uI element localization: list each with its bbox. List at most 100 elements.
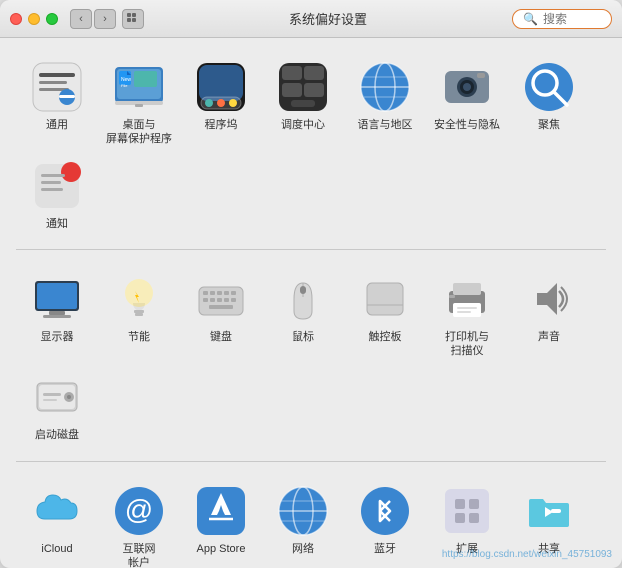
bluetooth-icon	[359, 485, 411, 537]
icloud-label: iCloud	[41, 542, 72, 556]
forward-button[interactable]: ›	[94, 9, 116, 29]
titlebar: ‹ › 系统偏好设置 🔍	[0, 0, 622, 38]
minimize-button[interactable]	[28, 13, 40, 25]
internet-icon: @	[113, 485, 165, 537]
mission-icon-wrapper	[276, 60, 330, 114]
network-icon-wrapper	[276, 484, 330, 538]
notification-icon-wrapper	[30, 159, 84, 213]
pref-item-printer[interactable]: 打印机与扫描仪	[426, 266, 508, 365]
section-hardware: 显示器	[16, 262, 606, 470]
appstore-label: App Store	[197, 542, 246, 556]
energy-icon	[113, 273, 165, 325]
traffic-lights	[10, 13, 58, 25]
mouse-icon	[277, 273, 329, 325]
section-internet: iCloud @ 互联网帐户	[16, 474, 606, 568]
pref-item-security[interactable]: 安全性与隐私	[426, 54, 508, 153]
grid-icon	[126, 12, 140, 26]
energy-label: 节能	[128, 330, 150, 344]
pref-item-trackpad[interactable]: 触控板	[344, 266, 426, 365]
keyboard-label: 键盘	[210, 330, 232, 344]
pref-item-notification[interactable]: 通知	[16, 153, 98, 237]
printer-icon	[441, 273, 493, 325]
maximize-button[interactable]	[46, 13, 58, 25]
pref-item-extensions[interactable]: 扩展	[426, 478, 508, 568]
network-label: 网络	[292, 542, 314, 556]
svg-text:File: File	[121, 83, 128, 88]
display-icon-wrapper	[30, 272, 84, 326]
appstore-icon-wrapper	[194, 484, 248, 538]
close-button[interactable]	[10, 13, 22, 25]
network-icon	[277, 485, 329, 537]
extensions-icon	[441, 485, 493, 537]
language-label: 语言与地区	[358, 118, 413, 132]
dock-icon-wrapper	[194, 60, 248, 114]
pref-item-energy[interactable]: 节能	[98, 266, 180, 365]
sharing-icon	[523, 485, 575, 537]
general-icon-wrapper	[30, 60, 84, 114]
startup-label: 启动磁盘	[35, 428, 79, 442]
pref-item-general[interactable]: 通用	[16, 54, 98, 153]
spotlight-icon-wrapper	[522, 60, 576, 114]
sound-label: 声音	[538, 330, 560, 344]
trackpad-icon-wrapper	[358, 272, 412, 326]
keyboard-icon-wrapper	[194, 272, 248, 326]
extensions-label: 扩展	[456, 542, 478, 556]
security-icon-wrapper	[440, 60, 494, 114]
back-button[interactable]: ‹	[70, 9, 92, 29]
divider-2	[16, 461, 606, 462]
language-icon-wrapper	[358, 60, 412, 114]
sharing-icon-wrapper	[522, 484, 576, 538]
security-label: 安全性与隐私	[434, 118, 500, 132]
content-area: 通用 New File	[0, 38, 622, 568]
bluetooth-label: 蓝牙	[374, 542, 396, 556]
section-personal: 通用 New File	[16, 50, 606, 258]
pref-item-keyboard[interactable]: 键盘	[180, 266, 262, 365]
general-label: 通用	[46, 118, 68, 132]
trackpad-icon	[359, 273, 411, 325]
spotlight-icon	[523, 61, 575, 113]
pref-item-mouse[interactable]: 鼠标	[262, 266, 344, 365]
startup-icon-wrapper	[30, 370, 84, 424]
mouse-label: 鼠标	[292, 330, 314, 344]
trackpad-label: 触控板	[369, 330, 402, 344]
icon-row-1: 通用 New File	[16, 50, 606, 245]
pref-item-internet[interactable]: @ 互联网帐户	[98, 478, 180, 568]
window-title: 系统偏好设置	[144, 9, 512, 28]
grid-button[interactable]	[122, 9, 144, 29]
pref-item-sound[interactable]: 声音	[508, 266, 590, 365]
keyboard-icon	[195, 273, 247, 325]
notification-label: 通知	[46, 217, 68, 231]
search-box[interactable]: 🔍	[512, 9, 612, 29]
pref-item-desktop[interactable]: New File 桌面与屏幕保护程序	[98, 54, 180, 153]
sound-icon-wrapper	[522, 272, 576, 326]
icloud-icon-wrapper	[30, 484, 84, 538]
pref-item-dock[interactable]: 程序坞	[180, 54, 262, 153]
mission-icon	[277, 61, 329, 113]
extensions-icon-wrapper	[440, 484, 494, 538]
display-label: 显示器	[41, 330, 74, 344]
startup-icon	[31, 371, 83, 423]
divider-1	[16, 249, 606, 250]
pref-item-spotlight[interactable]: 聚焦	[508, 54, 590, 153]
icon-row-3: iCloud @ 互联网帐户	[16, 474, 606, 568]
nav-buttons: ‹ ›	[70, 9, 116, 29]
pref-item-startup[interactable]: 启动磁盘	[16, 364, 98, 448]
dock-label: 程序坞	[205, 118, 238, 132]
dock-icon	[195, 61, 247, 113]
pref-item-appstore[interactable]: App Store	[180, 478, 262, 568]
search-icon: 🔍	[523, 12, 538, 26]
pref-item-network[interactable]: 网络	[262, 478, 344, 568]
icloud-icon	[31, 485, 83, 537]
sharing-label: 共享	[538, 542, 560, 556]
pref-item-language[interactable]: 语言与地区	[344, 54, 426, 153]
pref-item-sharing[interactable]: 共享	[508, 478, 590, 568]
printer-label: 打印机与扫描仪	[445, 330, 489, 359]
display-icon	[31, 273, 83, 325]
pref-item-bluetooth[interactable]: 蓝牙	[344, 478, 426, 568]
search-input[interactable]	[543, 12, 613, 26]
pref-item-mission[interactable]: 调度中心	[262, 54, 344, 153]
internet-icon-wrapper: @	[112, 484, 166, 538]
pref-item-icloud[interactable]: iCloud	[16, 478, 98, 568]
pref-item-display[interactable]: 显示器	[16, 266, 98, 365]
mission-label: 调度中心	[281, 118, 325, 132]
